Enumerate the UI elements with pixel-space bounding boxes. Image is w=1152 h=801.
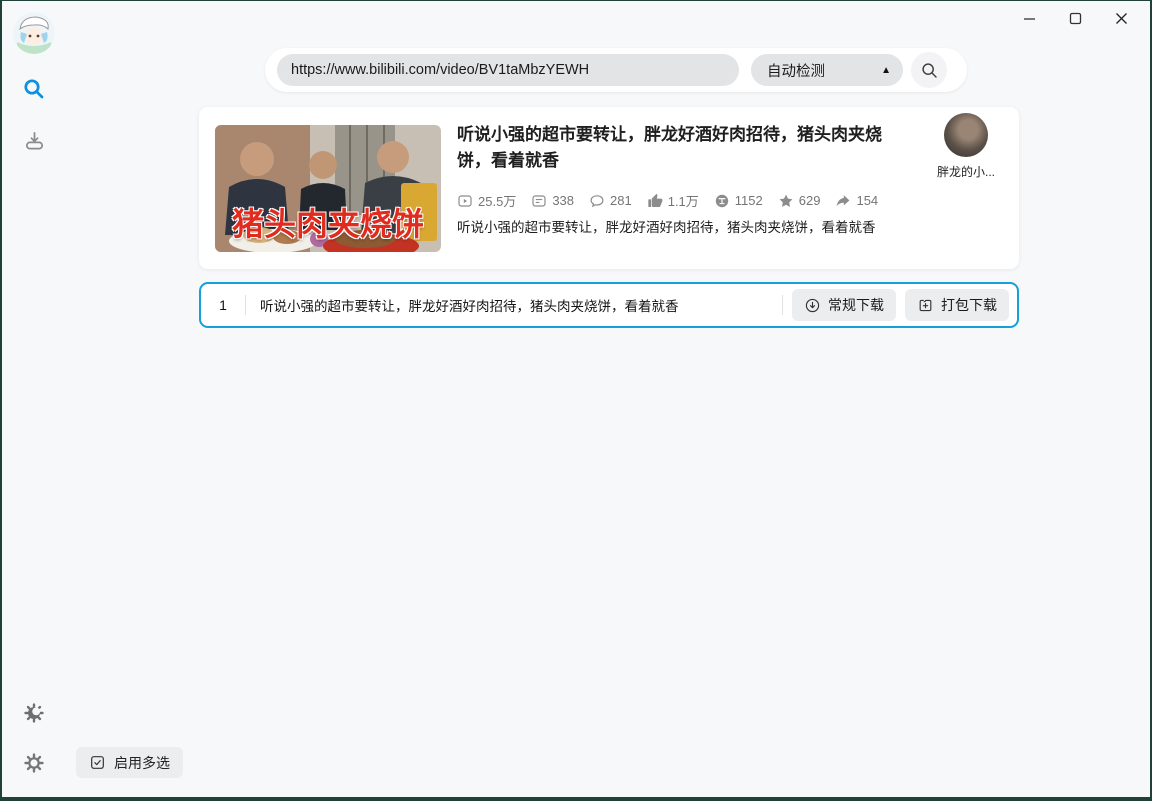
stat-comments: 281 <box>589 193 632 209</box>
play-icon <box>458 194 472 207</box>
uploader-name: 胖龙的小... <box>936 165 995 179</box>
download-row[interactable]: 1 听说小强的超市要转让，胖龙好酒好肉招待，猪头肉夹烧饼，看着就香 常规下载 打… <box>199 282 1019 328</box>
downloads-nav-icon[interactable] <box>21 127 47 153</box>
row-index: 1 <box>219 297 227 313</box>
download-circle-icon <box>805 298 820 312</box>
checkbox-icon <box>91 756 104 769</box>
uploader-avatar[interactable] <box>944 113 988 157</box>
video-card: 猪头肉夹烧饼 听说小强的超市要转让，胖龙好酒好肉招待，猪头肉夹烧饼，看着就香 2… <box>199 107 1019 269</box>
video-title[interactable]: 听说小强的超市要转让，胖龙好酒好肉招待，猪头肉夹烧饼，看着就香 <box>457 122 909 175</box>
enable-multiselect-label: 启用多选 <box>114 754 170 771</box>
search-icon <box>921 62 937 78</box>
maximize-icon[interactable] <box>1052 5 1098 31</box>
uploader-block[interactable]: 胖龙的小... <box>933 113 999 180</box>
minimize-icon[interactable] <box>1006 5 1052 31</box>
search-nav-icon[interactable] <box>21 76 47 102</box>
close-icon[interactable] <box>1098 5 1144 31</box>
danmaku-icon <box>532 194 546 207</box>
dropdown-arrow-icon: ▲ <box>881 64 891 76</box>
app-window: 自动检测 ▲ <box>2 1 1150 797</box>
pack-download-label: 打包下载 <box>941 297 997 313</box>
stat-favorites: 629 <box>778 193 820 209</box>
app-logo-avatar <box>13 12 55 54</box>
star-icon <box>779 194 793 207</box>
stat-likes: 1.1万 <box>647 191 699 210</box>
video-thumbnail[interactable]: 猪头肉夹烧饼 <box>215 125 441 252</box>
coin-icon <box>715 194 728 207</box>
search-bar: 自动检测 ▲ <box>265 48 967 92</box>
comment-icon <box>590 194 604 207</box>
box-plus-icon <box>919 299 932 311</box>
stat-plays: 25.5万 <box>457 191 516 210</box>
regular-download-label: 常规下载 <box>828 297 884 313</box>
detect-mode-label: 自动检测 <box>767 63 825 80</box>
regular-download-button[interactable]: 常规下载 <box>792 289 896 321</box>
stat-danmaku: 338 <box>531 193 574 209</box>
share-icon <box>837 194 850 206</box>
video-stats-row: 25.5万 338 281 1.1万 1152 629 154 <box>457 191 878 210</box>
url-input[interactable] <box>277 54 739 86</box>
window-controls <box>1006 5 1144 31</box>
stat-shares: 154 <box>835 193 878 209</box>
like-icon <box>648 193 663 207</box>
detect-mode-dropdown[interactable]: 自动检测 ▲ <box>751 54 903 86</box>
pack-download-button[interactable]: 打包下载 <box>905 289 1009 321</box>
enable-multiselect-button[interactable]: 启用多选 <box>76 747 183 778</box>
stat-coins: 1152 <box>714 193 763 209</box>
video-description: 听说小强的超市要转让，胖龙好酒好肉招待，猪头肉夹烧饼，看着就香 <box>457 220 876 235</box>
row-title: 听说小强的超市要转让，胖龙好酒好肉招待，猪头肉夹烧饼，看着就香 <box>260 299 679 314</box>
row-divider <box>782 295 783 315</box>
search-submit-button[interactable] <box>911 52 947 88</box>
settings-gear-icon[interactable] <box>21 750 47 776</box>
row-divider <box>245 295 246 315</box>
theme-toggle-icon[interactable] <box>21 700 47 726</box>
thumbnail-overlay-text: 猪头肉夹烧饼 <box>231 206 424 242</box>
